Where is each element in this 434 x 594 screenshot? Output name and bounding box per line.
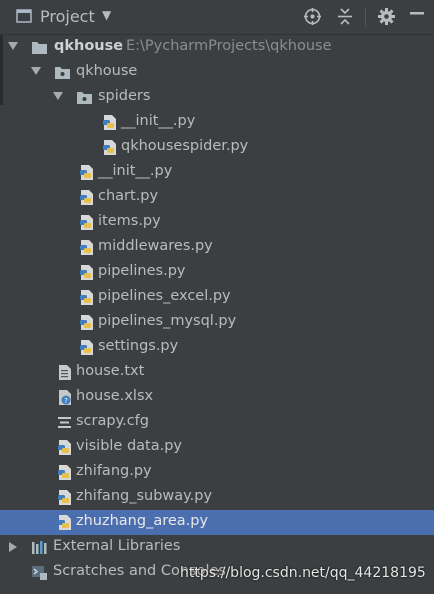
python-file-icon [58,465,71,480]
tree-node-file-settings[interactable]: settings.py [0,335,434,360]
tree-node-file-qkhousespider[interactable]: qkhousespider.py [0,135,434,160]
tree-node-label: __init__.py [98,163,173,179]
svg-text:?: ? [64,397,68,405]
python-file-icon [58,490,71,505]
project-view-title[interactable]: Project [40,7,95,26]
tree-node-label: pipelines_mysql.py [98,313,237,329]
tree-node-package-spiders[interactable]: spiders [0,85,434,110]
python-file-icon [80,265,93,280]
tree-node-label: house.txt [76,363,145,379]
tree-node-external-libraries[interactable]: External Libraries [0,535,434,560]
tree-node-file-zhifang-subway[interactable]: zhifang_subway.py [0,485,434,510]
python-file-icon [80,315,93,330]
watermark: https://blog.csdn.net/qq_44218195 [180,565,426,581]
tree-node-label: house.xlsx [76,388,154,404]
expanded-arrow-icon[interactable] [31,67,41,75]
tree-node-label: qkhousespider.py [121,138,249,154]
tree-node-file-pipelines-excel[interactable]: pipelines_excel.py [0,285,434,310]
tree-node-file-scrapy-cfg[interactable]: scrapy.cfg [0,410,434,435]
tree-node-file-zhifang[interactable]: zhifang.py [0,460,434,485]
tree-node-file-zhuzhang-area[interactable]: zhuzhang_area.py [0,510,434,535]
project-toolwindow-header: Project ▼ [0,0,434,35]
tree-node-label: pipelines_excel.py [98,288,231,304]
tree-node-file-house-txt[interactable]: house.txt [0,360,434,385]
tree-node-file-house-xlsx[interactable]: ? house.xlsx [0,385,434,410]
tree-node-file-items[interactable]: items.py [0,210,434,235]
tree-node-file-visible-data[interactable]: visible data.py [0,435,434,460]
tree-node-label: items.py [98,213,161,229]
minimize-icon[interactable] [410,12,424,15]
view-dropdown-icon[interactable]: ▼ [102,8,111,22]
unknown-file-icon: ? [59,390,71,405]
text-file-icon [59,365,71,380]
tree-node-root-project[interactable]: qkhouse E:\PycharmProjects\qkhouse [0,35,434,60]
tree-node-label: qkhouse [76,63,138,79]
tree-node-label: settings.py [98,338,179,354]
tree-node-file-pipelines[interactable]: pipelines.py [0,260,434,285]
tree-node-label: qkhouse [54,38,124,54]
python-file-icon [103,115,116,130]
tree-node-label: External Libraries [53,538,181,554]
package-folder-icon [77,92,92,104]
tree-node-label: scrapy.cfg [76,413,149,429]
folder-icon [32,42,47,54]
tree-node-package-qkhouse[interactable]: qkhouse [0,60,434,85]
toolbar-divider [365,8,366,26]
locate-file-icon[interactable] [303,7,322,26]
tree-node-label: visible data.py [76,438,183,454]
python-file-icon [58,440,71,455]
tree-node-file-spiders-init[interactable]: __init__.py [0,110,434,135]
project-view-icon [16,9,32,23]
python-file-icon [80,340,93,355]
python-file-icon [58,515,71,530]
gear-icon[interactable] [377,7,396,26]
tree-node-label: pipelines.py [98,263,186,279]
python-file-icon [80,190,93,205]
collapse-all-icon[interactable] [336,7,354,26]
tree-node-label: spiders [98,88,151,104]
tree-node-label: chart.py [98,188,159,204]
expanded-arrow-icon[interactable] [53,92,63,100]
python-file-icon [80,290,93,305]
collapsed-arrow-icon[interactable] [9,542,17,552]
scratches-icon [32,566,47,580]
project-path: E:\PycharmProjects\qkhouse [126,38,332,54]
tree-node-file-middlewares[interactable]: middlewares.py [0,235,434,260]
python-file-icon [80,215,93,230]
tree-node-label: zhifang_subway.py [76,488,213,504]
tree-node-label: zhuzhang_area.py [76,513,209,529]
config-file-icon [58,417,71,428]
tree-node-file-init[interactable]: __init__.py [0,160,434,185]
tree-node-file-chart[interactable]: chart.py [0,185,434,210]
package-folder-icon [55,67,70,79]
tree-node-label: __init__.py [121,113,196,129]
tree-node-file-pipelines-mysql[interactable]: pipelines_mysql.py [0,310,434,335]
library-icon [32,541,47,554]
expanded-arrow-icon[interactable] [8,42,18,50]
tree-node-label: middlewares.py [98,238,213,254]
tree-node-label: zhifang.py [76,463,152,479]
python-file-icon [80,240,93,255]
python-file-icon [80,165,93,180]
python-file-icon [103,140,116,155]
